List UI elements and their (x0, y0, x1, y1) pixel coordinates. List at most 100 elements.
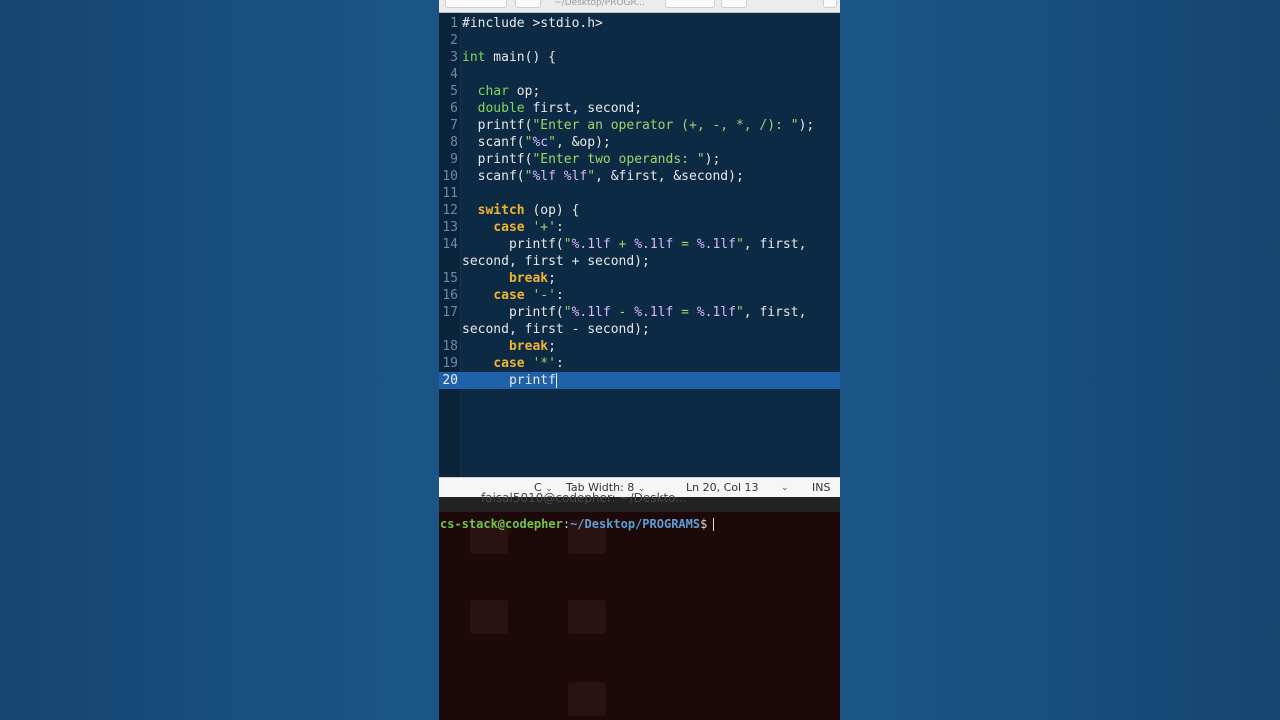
chevron-down-icon[interactable]: ⌄ (781, 481, 789, 495)
code-text: scanf("%lf %lf", &first, &second); (462, 168, 744, 185)
code-token: = (673, 305, 697, 320)
code-line[interactable]: 2 (439, 32, 840, 49)
code-line[interactable]: 9 printf("Enter two operands: "); (439, 151, 840, 168)
code-line[interactable]: 8 scanf("%c", &op); (439, 134, 840, 151)
prompt-colon: : (562, 517, 571, 531)
code-text: case '+': (462, 219, 564, 236)
code-line[interactable]: 5 char op; (439, 83, 840, 100)
window-button-save[interactable] (665, 0, 715, 8)
window-top-bar: ~/Desktop/PROGR... (439, 0, 840, 13)
terminal-window[interactable]: cs-stack@codepher:~/Desktop/PROGRAMS$ (439, 512, 840, 720)
code-token: case (493, 356, 525, 371)
code-token: " (735, 305, 744, 320)
code-token: " (735, 237, 744, 252)
terminal-cursor (713, 518, 715, 531)
code-text: double first, second; (462, 100, 642, 117)
code-token: '*' (532, 356, 556, 371)
code-token: break (508, 271, 549, 286)
code-text: break; (462, 338, 556, 355)
code-token: " (548, 135, 556, 150)
code-token: , first, (743, 237, 807, 252)
window-close-button[interactable] (823, 0, 837, 8)
window-button-menu[interactable] (721, 0, 747, 8)
code-token: %.1lf (571, 237, 611, 252)
code-line[interactable]: second, first - second); (439, 321, 840, 338)
code-text: second, first - second); (462, 321, 650, 338)
code-line[interactable]: 1 #include >stdio.h> (439, 15, 840, 32)
code-line[interactable]: 19 case '*': (439, 355, 840, 372)
line-number: 18 (442, 339, 458, 354)
terminal-tab-title[interactable]: faisal5010@codepher: ~/Deskto... (481, 491, 687, 505)
code-line[interactable]: 14 printf("%.1lf + %.1lf = %.1lf", first… (439, 236, 840, 253)
code-text: second, first + second); (462, 253, 650, 270)
prompt-user-host: cs-stack@codepher (440, 517, 563, 531)
code-line[interactable]: 17 printf("%.1lf - %.1lf = %.1lf", first… (439, 304, 840, 321)
prompt-dollar: $ (700, 517, 708, 531)
code-line[interactable]: 10 scanf("%lf %lf", &first, &second); (439, 168, 840, 185)
code-text: int main() { (462, 49, 556, 66)
code-text: printf (462, 372, 557, 389)
code-token: %c (532, 135, 549, 150)
line-number: 1 (450, 16, 458, 31)
code-token: second, first - second); (462, 322, 650, 337)
code-token: #include >stdio.h> (462, 16, 603, 31)
code-line[interactable]: 4 (439, 66, 840, 83)
prompt-path: ~/Desktop/PROGRAMS (570, 517, 701, 531)
line-number: 14 (442, 237, 458, 252)
code-token: scanf( (462, 135, 525, 150)
code-token: "Enter an operator (+, -, *, /): " (532, 118, 799, 133)
code-editor[interactable]: 1 #include >stdio.h> 2 3 int main() { 4 5 char… (439, 13, 840, 477)
code-text: printf("Enter two operands: "); (462, 151, 721, 168)
code-token: %lf %lf (532, 169, 588, 184)
window-title: ~/Desktop/PROGR... (554, 0, 645, 8)
code-line[interactable]: 18 break; (439, 338, 840, 355)
code-token: : (555, 220, 564, 235)
code-token: - (610, 305, 635, 320)
terminal-title-bar: faisal5010@codepher: ~/Deskto... (439, 491, 840, 512)
code-line[interactable]: 16 case '-': (439, 287, 840, 304)
code-text: char op; (462, 83, 541, 100)
line-number: 11 (442, 186, 458, 201)
code-token: + (610, 237, 635, 252)
code-text: printf("%.1lf + %.1lf = %.1lf", first, (462, 236, 806, 253)
code-token: printf( (462, 118, 533, 133)
code-token: %.1lf (634, 305, 674, 320)
cursor-position-selector[interactable]: Ln 20, Col 13 (686, 481, 759, 495)
line-number: 4 (450, 67, 458, 82)
code-token: " (563, 237, 572, 252)
line-number: 6 (450, 101, 458, 116)
code-token: ); (704, 152, 721, 167)
code-token: case (493, 288, 525, 303)
code-token: switch (477, 203, 525, 218)
line-number: 13 (442, 220, 458, 235)
current-code-line[interactable]: 20 printf (439, 372, 840, 389)
desktop-file-icon (568, 600, 606, 634)
code-token: %.1lf (696, 305, 736, 320)
line-number: 12 (442, 203, 458, 218)
line-number: 20 (442, 373, 458, 388)
code-line[interactable]: 6 double first, second; (439, 100, 840, 117)
code-line[interactable]: 12 switch (op) { (439, 202, 840, 219)
code-token: , &op); (555, 135, 611, 150)
code-token: int (462, 50, 486, 65)
code-token: case (493, 220, 525, 235)
code-line[interactable]: 7 printf("Enter an operator (+, -, *, /)… (439, 117, 840, 134)
line-number: 8 (450, 135, 458, 150)
code-line[interactable]: 3 int main() { (439, 49, 840, 66)
code-line[interactable]: 13 case '+': (439, 219, 840, 236)
code-line[interactable]: second, first + second); (439, 253, 840, 270)
code-line[interactable]: 11 (439, 185, 840, 202)
line-number: 9 (450, 152, 458, 167)
window-button-open[interactable] (445, 0, 507, 8)
insert-mode-indicator[interactable]: INS (812, 481, 830, 495)
window-button-new-tab[interactable] (515, 0, 541, 8)
code-line[interactable]: 15 break; (439, 270, 840, 287)
code-text: printf("%.1lf - %.1lf = %.1lf", first, (462, 304, 806, 321)
line-number: 7 (450, 118, 458, 133)
line-number: 3 (450, 50, 458, 65)
